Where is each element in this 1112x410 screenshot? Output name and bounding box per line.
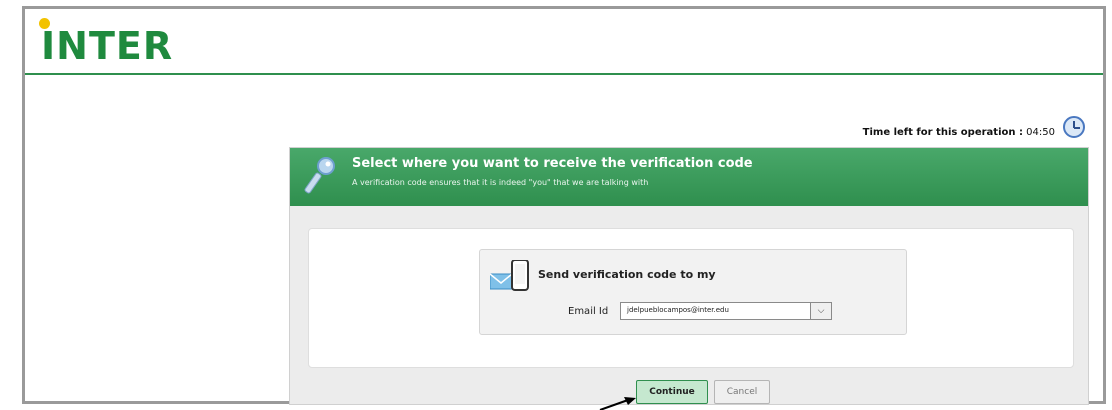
clock-icon bbox=[1063, 116, 1085, 138]
send-code-box: Send verification code to my Email Id jd… bbox=[479, 249, 907, 335]
pointer-arrow-icon bbox=[599, 397, 636, 410]
browser-frame: INTER Time left for this operation : 04:… bbox=[22, 6, 1106, 405]
email-select[interactable]: jdelpueblocampos@inter.edu ⌵ bbox=[620, 302, 832, 320]
phone-email-icon bbox=[490, 260, 529, 291]
chevron-down-icon[interactable]: ⌵ bbox=[810, 303, 831, 319]
operation-timer: Time left for this operation : 04:50 bbox=[863, 127, 1055, 138]
site-header: INTER bbox=[25, 9, 1103, 75]
continue-button[interactable]: Continue bbox=[636, 380, 708, 404]
cancel-button[interactable]: Cancel bbox=[714, 380, 770, 404]
email-id-label: Email Id bbox=[568, 306, 609, 317]
timer-label: Time left for this operation : bbox=[862, 127, 1023, 138]
verification-panel: Select where you want to receive the ver… bbox=[289, 147, 1089, 405]
key-icon bbox=[304, 157, 335, 194]
email-value: jdelpueblocampos@inter.edu bbox=[627, 306, 729, 314]
banner-title: Select where you want to receive the ver… bbox=[352, 156, 753, 171]
send-code-label: Send verification code to my bbox=[538, 268, 716, 281]
inter-logo: INTER bbox=[41, 24, 174, 68]
timer-value: 04:50 bbox=[1026, 127, 1055, 138]
verification-banner: Select where you want to receive the ver… bbox=[290, 148, 1088, 206]
content-card: Send verification code to my Email Id jd… bbox=[308, 228, 1074, 368]
banner-subtitle: A verification code ensures that it is i… bbox=[352, 178, 649, 187]
